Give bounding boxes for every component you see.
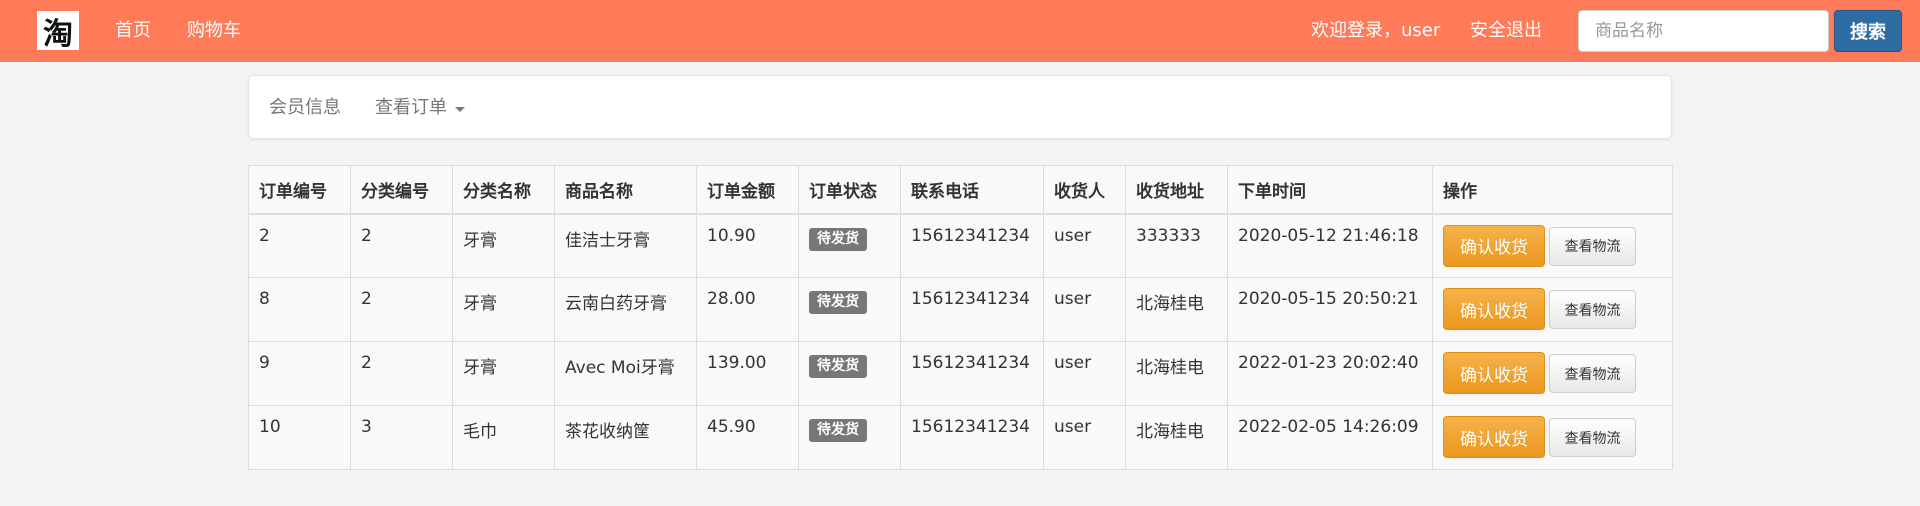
- cell-receiver: user: [1043, 213, 1126, 278]
- cell-phone: 15612341234: [900, 277, 1044, 342]
- cell-product-name: Avec Moi牙膏: [554, 341, 697, 406]
- cell-amount: 45.90: [696, 405, 799, 470]
- view-orders-dropdown[interactable]: 查看订单: [375, 96, 465, 120]
- cell-order-id: 10: [248, 405, 351, 470]
- cell-address: 333333: [1125, 213, 1228, 278]
- cell-address: 北海桂电: [1125, 277, 1228, 342]
- cell-status: 待发货: [798, 277, 901, 342]
- cell-category-id: 2: [350, 277, 453, 342]
- member-info-link[interactable]: 会员信息: [269, 96, 341, 120]
- header-receiver: 收货人: [1043, 165, 1126, 215]
- cell-order-id: 8: [248, 277, 351, 342]
- confirm-receipt-button[interactable]: 确认收货: [1443, 288, 1545, 330]
- search-input[interactable]: [1578, 10, 1829, 52]
- header-address: 收货地址: [1125, 165, 1228, 215]
- cell-category-name: 牙膏: [452, 213, 555, 278]
- cell-product-name: 佳洁士牙膏: [554, 213, 697, 278]
- header-status: 订单状态: [798, 165, 901, 215]
- welcome-user-link[interactable]: 欢迎登录，user: [1311, 19, 1440, 43]
- confirm-receipt-button[interactable]: 确认收货: [1443, 416, 1545, 458]
- status-badge: 待发货: [809, 291, 867, 314]
- header-category-name: 分类名称: [452, 165, 555, 215]
- table-row: 10 3 毛巾 茶花收纳筐 45.90 待发货 15612341234 user…: [248, 405, 1673, 470]
- header-product-name: 商品名称: [554, 165, 697, 215]
- cell-actions: 确认收货 查看物流: [1432, 405, 1673, 470]
- header-actions: 操作: [1432, 165, 1673, 215]
- cell-order-id: 9: [248, 341, 351, 406]
- cell-amount: 28.00: [696, 277, 799, 342]
- table-row: 9 2 牙膏 Avec Moi牙膏 139.00 待发货 15612341234…: [248, 341, 1673, 406]
- cell-actions: 确认收货 查看物流: [1432, 277, 1673, 342]
- cell-category-id: 3: [350, 405, 453, 470]
- confirm-receipt-button[interactable]: 确认收货: [1443, 224, 1545, 267]
- cell-status: 待发货: [798, 405, 901, 470]
- header-category-id: 分类编号: [350, 165, 453, 215]
- nav-cart-link[interactable]: 购物车: [187, 19, 241, 43]
- table-row: 2 2 牙膏 佳洁士牙膏 10.90 待发货 15612341234 user …: [248, 213, 1673, 278]
- cell-order-time: 2022-02-05 14:26:09: [1227, 405, 1433, 470]
- nav-home-link[interactable]: 首页: [115, 19, 151, 43]
- cell-address: 北海桂电: [1125, 405, 1228, 470]
- cell-receiver: user: [1043, 341, 1126, 406]
- table-row: 8 2 牙膏 云南白药牙膏 28.00 待发货 15612341234 user…: [248, 277, 1673, 342]
- view-logistics-button[interactable]: 查看物流: [1549, 354, 1636, 393]
- cell-order-time: 2020-05-15 20:50:21: [1227, 277, 1433, 342]
- view-logistics-button[interactable]: 查看物流: [1549, 226, 1636, 266]
- header-amount: 订单金额: [696, 165, 799, 215]
- caret-down-icon: [455, 106, 465, 112]
- cell-actions: 确认收货 查看物流: [1432, 341, 1673, 406]
- orders-table: 订单编号 分类编号 分类名称 商品名称 订单金额 订单状态 联系电话 收货人 收…: [248, 165, 1673, 470]
- cell-category-name: 牙膏: [452, 277, 555, 342]
- cell-address: 北海桂电: [1125, 341, 1228, 406]
- view-orders-label: 查看订单: [375, 97, 447, 118]
- cell-order-time: 2020-05-12 21:46:18: [1227, 213, 1433, 278]
- cell-phone: 15612341234: [900, 405, 1044, 470]
- cell-category-name: 毛巾: [452, 405, 555, 470]
- cell-order-id: 2: [248, 213, 351, 278]
- cell-amount: 139.00: [696, 341, 799, 406]
- cell-category-name: 牙膏: [452, 341, 555, 406]
- top-navbar: 淘 首页 购物车 欢迎登录，user 安全退出 搜索: [0, 0, 1920, 62]
- status-badge: 待发货: [809, 355, 867, 378]
- cell-receiver: user: [1043, 405, 1126, 470]
- cell-product-name: 茶花收纳筐: [554, 405, 697, 470]
- cell-order-time: 2022-01-23 20:02:40: [1227, 341, 1433, 406]
- header-order-id: 订单编号: [248, 165, 351, 215]
- view-logistics-button[interactable]: 查看物流: [1549, 290, 1636, 329]
- cell-category-id: 2: [350, 341, 453, 406]
- cell-product-name: 云南白药牙膏: [554, 277, 697, 342]
- cell-actions: 确认收货 查看物流: [1432, 213, 1673, 278]
- header-order-time: 下单时间: [1227, 165, 1433, 215]
- member-nav-panel: 会员信息 查看订单: [248, 75, 1672, 139]
- cell-amount: 10.90: [696, 213, 799, 278]
- header-phone: 联系电话: [900, 165, 1044, 215]
- cell-status: 待发货: [798, 341, 901, 406]
- brand-logo[interactable]: 淘: [37, 11, 79, 52]
- search-button[interactable]: 搜索: [1834, 10, 1902, 52]
- table-header-row: 订单编号 分类编号 分类名称 商品名称 订单金额 订单状态 联系电话 收货人 收…: [248, 165, 1673, 215]
- status-badge: 待发货: [809, 419, 867, 442]
- logout-link[interactable]: 安全退出: [1470, 19, 1542, 43]
- cell-phone: 15612341234: [900, 341, 1044, 406]
- cell-receiver: user: [1043, 277, 1126, 342]
- cell-status: 待发货: [798, 213, 901, 278]
- cell-category-id: 2: [350, 213, 453, 278]
- cell-phone: 15612341234: [900, 213, 1044, 278]
- status-badge: 待发货: [809, 227, 867, 251]
- view-logistics-button[interactable]: 查看物流: [1549, 418, 1636, 457]
- confirm-receipt-button[interactable]: 确认收货: [1443, 352, 1545, 394]
